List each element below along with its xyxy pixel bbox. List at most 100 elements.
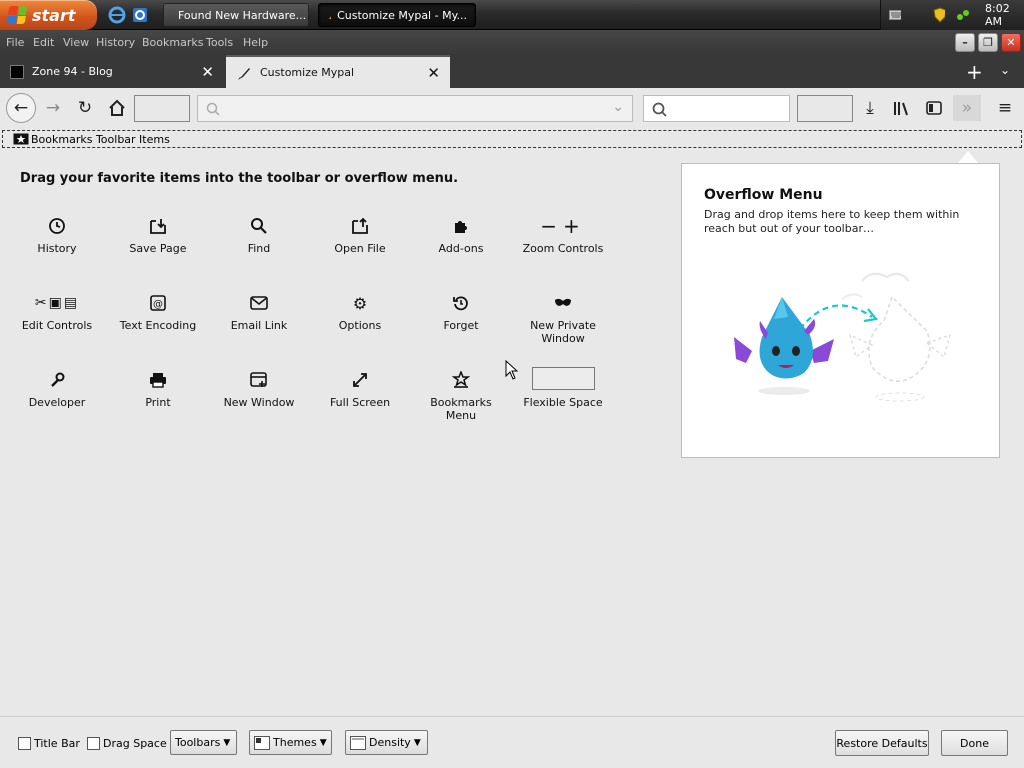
palette-item-new-window[interactable]: New Window: [214, 370, 304, 409]
themes-dropdown[interactable]: Themes ▼: [249, 730, 332, 755]
spacer-placeholder[interactable]: [797, 95, 853, 122]
theme-icon: [254, 735, 270, 750]
double-chevron-icon: »: [961, 98, 973, 118]
back-arrow-icon: ←: [13, 98, 29, 118]
task-found-new-hardware[interactable]: Found New Hardware...: [163, 3, 309, 27]
home-button[interactable]: [104, 95, 130, 121]
palette-item-label: Add-ons: [438, 242, 484, 255]
printer-icon: [150, 373, 166, 388]
minimize-button[interactable]: –: [955, 33, 975, 52]
palette-item-text-encoding[interactable]: @ Text Encoding: [113, 293, 203, 332]
restore-button[interactable]: ❐: [978, 33, 998, 52]
palette-item-label: Text Encoding: [119, 319, 197, 332]
clock-icon: [49, 218, 65, 234]
keyboard-icon[interactable]: [889, 9, 902, 21]
palette-item-label: Print: [145, 396, 171, 409]
tab-customize-mypal[interactable]: Customize Mypal ✕: [226, 55, 450, 88]
palette-item-print[interactable]: Print: [113, 370, 203, 409]
clock: 8:02 AM: [985, 2, 1010, 28]
chevron-down-icon: ▼: [413, 737, 421, 748]
palette-item-history[interactable]: History: [12, 216, 102, 255]
url-dropdown-chevron-icon[interactable]: ⌄: [612, 99, 624, 115]
palette-item-label: Forget: [443, 319, 479, 332]
url-bar[interactable]: ⌄: [197, 95, 633, 122]
library-button[interactable]: [889, 95, 915, 121]
palette-item-open-file[interactable]: Open File: [315, 216, 405, 255]
palette-item-flexible-space[interactable]: Flexible Space: [518, 367, 608, 409]
download-arrow-icon: ⤓: [866, 98, 874, 118]
chevron-down-icon: ▼: [223, 737, 231, 748]
palette-item-add-ons[interactable]: Add-ons: [416, 216, 506, 255]
tab-zone94-blog[interactable]: Zone 94 - Blog ✕: [0, 55, 224, 88]
mask-icon: [555, 298, 571, 306]
checkbox-box[interactable]: [18, 737, 31, 750]
overflow-chevron-button[interactable]: »: [953, 95, 981, 121]
task-customize-mypal[interactable]: Customize Mypal - My...: [318, 3, 476, 27]
palette-item-zoom-controls[interactable]: −+ Zoom Controls: [518, 214, 608, 255]
palette-item-edit-controls[interactable]: ✂▣▤ Edit Controls: [12, 293, 102, 332]
palette-item-save-page[interactable]: Save Page: [113, 216, 203, 255]
search-icon: [251, 218, 267, 234]
start-label: start: [32, 5, 76, 25]
drag-space-checkbox[interactable]: Drag Space: [87, 737, 167, 750]
search-bar[interactable]: [643, 95, 790, 122]
chevron-down-icon: ▼: [319, 737, 327, 748]
palette-item-developer[interactable]: Developer: [12, 370, 102, 409]
main-menu-button[interactable]: ≡: [992, 95, 1018, 121]
network-icon[interactable]: [955, 7, 970, 23]
spacer-placeholder[interactable]: [134, 95, 190, 122]
palette-item-bookmarks-menu[interactable]: Bookmarks Menu: [416, 370, 506, 422]
new-tab-plus-icon[interactable]: +: [966, 60, 983, 84]
menu-edit[interactable]: Edit: [33, 36, 54, 49]
list-all-tabs-icon[interactable]: ⌄: [1000, 63, 1010, 77]
palette-item-full-screen[interactable]: Full Screen: [315, 370, 405, 409]
checkbox-box[interactable]: [87, 737, 100, 750]
close-tab-icon[interactable]: ✕: [201, 63, 214, 81]
security-shield-icon[interactable]: [933, 7, 946, 23]
menu-view[interactable]: View: [63, 36, 89, 49]
palette-item-options[interactable]: ⚙ Options: [315, 293, 405, 333]
menu-file[interactable]: File: [6, 36, 24, 49]
taskbar: start Found New Hardware... Customize My…: [0, 0, 1024, 30]
edit-controls-icon: ✂▣▤: [34, 295, 80, 311]
gear-icon: ⚙: [352, 293, 368, 313]
palette-item-email-link[interactable]: Email Link: [214, 293, 304, 332]
themes-label: Themes: [273, 736, 317, 749]
palette-item-find[interactable]: Find: [214, 216, 304, 255]
menu-history[interactable]: History: [96, 36, 135, 49]
search-icon: [652, 102, 667, 117]
menu-bookmarks[interactable]: Bookmarks: [142, 36, 203, 49]
reload-button[interactable]: ↻: [72, 95, 98, 121]
dragon-illustration-icon: [734, 272, 952, 402]
close-window-button[interactable]: ✕: [1001, 33, 1021, 52]
downloads-button[interactable]: ⤓: [857, 95, 883, 121]
paintbrush-icon: [238, 67, 250, 80]
forward-arrow-icon: →: [45, 98, 61, 118]
palette-item-new-private-window[interactable]: New Private Window: [518, 293, 608, 345]
palette-item-label: Flexible Space: [523, 396, 603, 409]
palette-item-label: Full Screen: [329, 396, 391, 409]
bookmarks-star-icon: [13, 133, 29, 145]
internet-explorer-icon[interactable]: [108, 6, 126, 24]
restore-defaults-button[interactable]: Restore Defaults: [835, 730, 929, 756]
title-bar-checkbox[interactable]: Title Bar: [18, 737, 80, 750]
back-button[interactable]: ←: [6, 93, 36, 123]
bookmarks-toolbar[interactable]: Bookmarks Toolbar Items: [2, 130, 1022, 148]
flexible-space-icon: [531, 367, 595, 390]
bookmarks-menu-icon: [452, 371, 470, 388]
overflow-menu-panel[interactable]: Overflow Menu Drag and drop items here t…: [681, 163, 1000, 458]
toolbars-dropdown[interactable]: Toolbars ▼: [170, 730, 237, 755]
forward-button[interactable]: →: [40, 95, 66, 121]
done-button[interactable]: Done: [941, 730, 1008, 756]
browser-quicklaunch-icon[interactable]: [131, 6, 149, 24]
start-button[interactable]: start: [0, 0, 97, 30]
density-dropdown[interactable]: Density ▼: [345, 730, 428, 755]
tab-label: Zone 94 - Blog: [32, 65, 113, 78]
palette-item-forget[interactable]: Forget: [416, 293, 506, 332]
close-tab-icon[interactable]: ✕: [427, 64, 440, 82]
search-icon: [206, 102, 220, 116]
sidebar-button[interactable]: [921, 95, 947, 121]
puzzle-icon: [455, 221, 467, 233]
menu-help[interactable]: Help: [243, 36, 268, 49]
menu-tools[interactable]: Tools: [206, 36, 233, 49]
